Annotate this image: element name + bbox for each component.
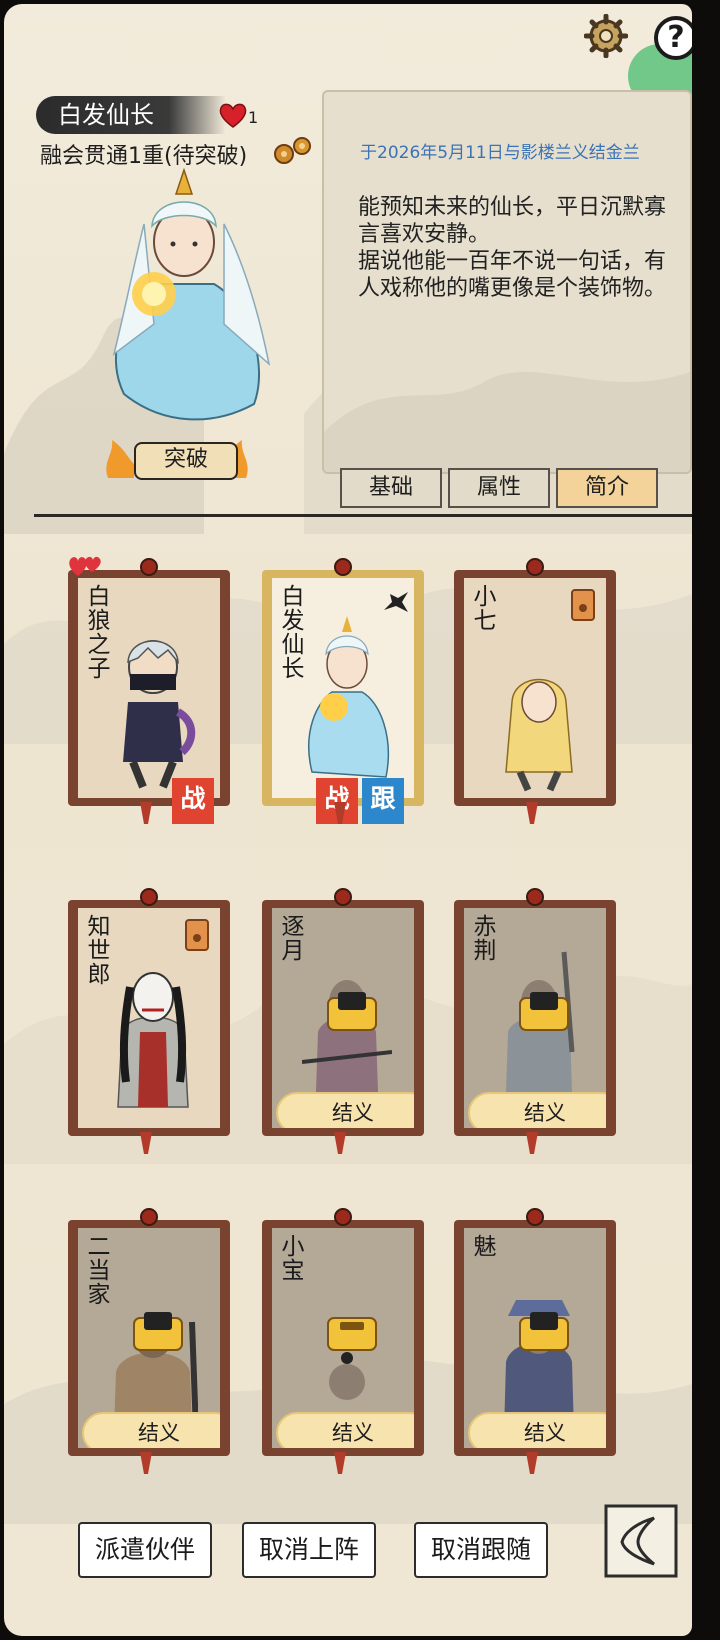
hero-portrait <box>112 167 271 421</box>
hearts-icon <box>69 556 101 576</box>
lock-icon <box>133 1312 183 1351</box>
bond-note-link[interactable]: 于2026年5月11日与影楼兰义结金兰 <box>360 142 660 164</box>
companion-card[interactable]: 白狼之子 战 <box>68 558 230 824</box>
battle-badge: 战 <box>172 778 214 824</box>
tab-profile[interactable]: 简介 <box>556 468 658 508</box>
tassel-decoration <box>526 1132 538 1154</box>
lock-icon <box>519 1312 569 1351</box>
companion-name: 小宝 <box>277 1234 303 1282</box>
companion-name: 赤荆 <box>469 914 495 962</box>
lock-icon <box>519 992 569 1031</box>
lock-icon <box>327 1317 377 1351</box>
companion-card-locked[interactable]: 小宝 结义 <box>262 1208 424 1474</box>
tassel-decoration <box>334 1132 346 1154</box>
tassel-decoration <box>140 802 152 824</box>
companion-name: 逐月 <box>277 914 303 962</box>
sworn-bond-button[interactable]: 结义 <box>82 1412 220 1448</box>
companion-card-locked[interactable]: 逐月 结义 <box>262 888 424 1154</box>
sworn-bond-button[interactable]: 结义 <box>276 1092 414 1128</box>
heart-icon <box>219 103 247 128</box>
tassel-decoration <box>334 1452 346 1474</box>
companion-portrait <box>505 678 573 792</box>
wood-token-icon <box>185 919 209 951</box>
companion-card[interactable]: 小七 <box>454 558 616 824</box>
companion-card-locked[interactable]: 魅 结义 <box>454 1208 616 1474</box>
cancel-deploy-button[interactable]: 取消上阵 <box>242 1522 376 1578</box>
landscape-art <box>324 372 690 472</box>
companion-portrait <box>308 616 390 778</box>
back-arrow-icon[interactable] <box>604 1504 678 1578</box>
help-icon[interactable]: ? <box>654 16 692 60</box>
breakthrough-button[interactable]: 突破 <box>104 434 250 482</box>
gear-coins-icon[interactable] <box>272 136 316 166</box>
companion-name: 小七 <box>469 584 495 632</box>
sworn-bond-button[interactable]: 结义 <box>468 1092 606 1128</box>
companion-card[interactable]: 知世郎 <box>68 888 230 1154</box>
wood-token-icon <box>571 589 595 621</box>
follow-badge: 跟 <box>362 778 404 824</box>
sworn-bond-button[interactable]: 结义 <box>468 1412 606 1448</box>
companion-screen: ? 白发仙长 1 融会贯通1重(待突破) 突破 于2026年5月11日与影楼兰义… <box>4 4 692 1636</box>
ninja-icon <box>384 592 408 612</box>
tassel-decoration <box>526 802 538 824</box>
companion-card-selected[interactable]: 白发仙长 战 跟 <box>262 558 424 824</box>
lock-icon <box>327 992 377 1031</box>
tassel-decoration <box>334 802 346 824</box>
companion-card-locked[interactable]: 二当家 结义 <box>68 1208 230 1474</box>
companion-portrait <box>117 972 189 1108</box>
cancel-follow-button[interactable]: 取消跟随 <box>414 1522 548 1578</box>
companion-name: 二当家 <box>83 1234 109 1306</box>
companion-name: 知世郎 <box>83 914 109 986</box>
companion-name: 白发仙长 <box>277 584 303 680</box>
hero-name-plate: 白发仙长 <box>36 96 226 134</box>
description-text: 能预知未来的仙长，平日沉默寡言喜欢安静。 据说他能一百年不说一句话，有人戏称他的… <box>358 195 667 301</box>
affection-count: 1 <box>248 108 259 127</box>
description-panel: 于2026年5月11日与影楼兰义结金兰 能预知未来的仙长，平日沉默寡言喜欢安静。… <box>322 90 692 474</box>
tassel-decoration <box>140 1132 152 1154</box>
tab-basic[interactable]: 基础 <box>340 468 442 508</box>
settings-gear-icon[interactable] <box>584 14 628 58</box>
tassel-decoration <box>140 1452 152 1474</box>
section-divider <box>34 514 692 517</box>
companion-name: 白狼之子 <box>83 584 109 680</box>
sworn-bond-button[interactable]: 结义 <box>276 1412 414 1448</box>
tassel-decoration <box>526 1452 538 1474</box>
companion-portrait <box>123 640 196 789</box>
breakthrough-label: 突破 <box>134 442 238 480</box>
companion-card-locked[interactable]: 赤荆 结义 <box>454 888 616 1154</box>
tab-attributes[interactable]: 属性 <box>448 468 550 508</box>
dispatch-companion-button[interactable]: 派遣伙伴 <box>78 1522 212 1578</box>
companion-name: 魅 <box>469 1234 495 1258</box>
hero-name: 白发仙长 <box>58 101 154 129</box>
